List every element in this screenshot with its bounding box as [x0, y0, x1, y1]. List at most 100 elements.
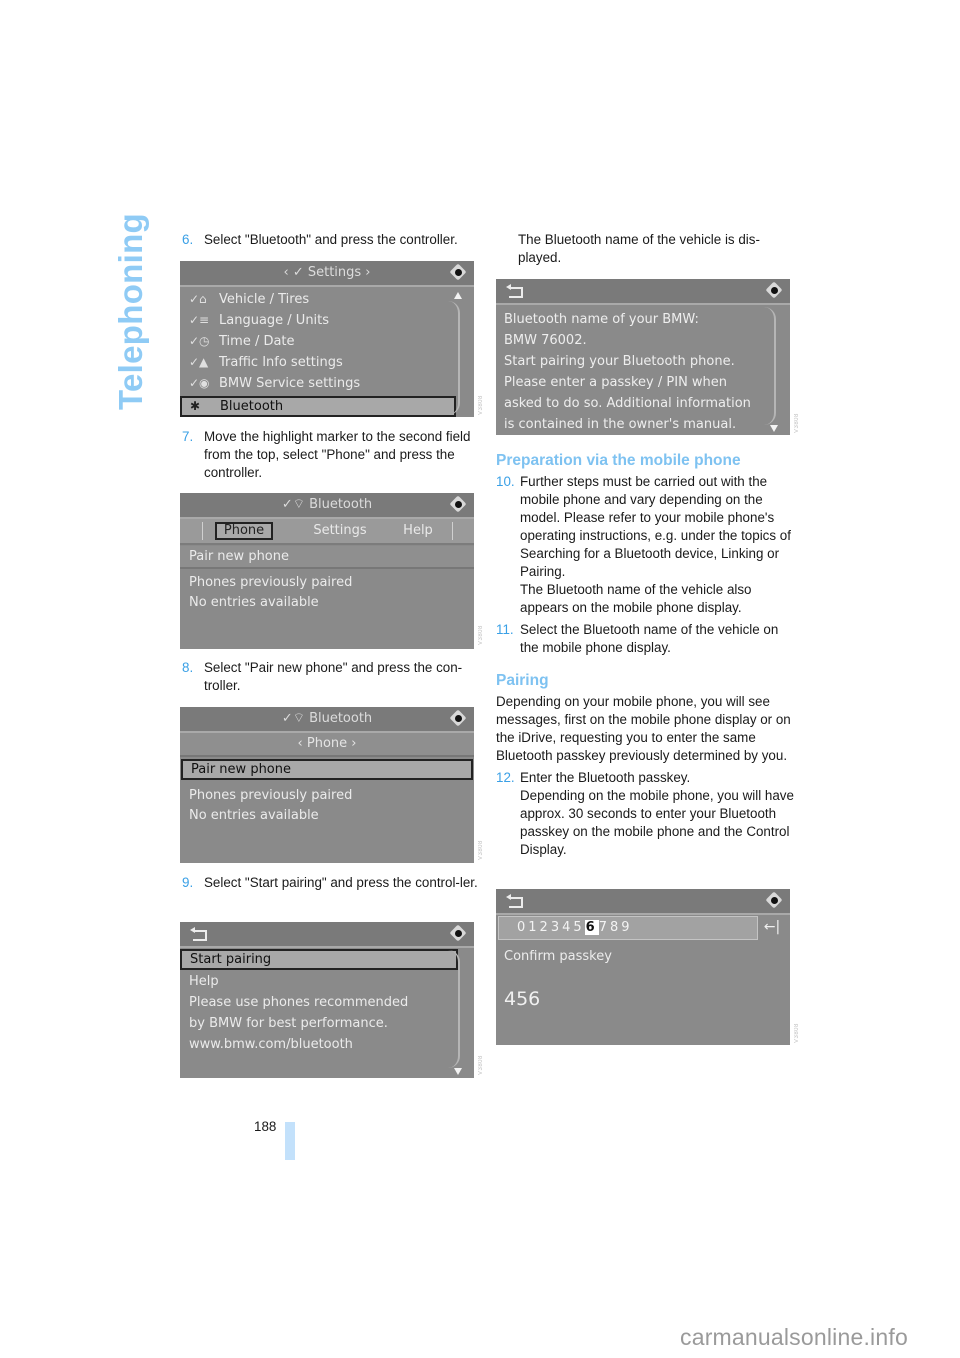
left-column-step7: 7. Move the highlight marker to the seco… [182, 428, 482, 482]
menu-item-bmw-service[interactable]: ✓◉ BMW Service settings [180, 373, 474, 394]
menu-item-label: Bluetooth [220, 399, 284, 414]
tab-bar: Phone Settings Help [180, 519, 474, 545]
screen-header [180, 922, 474, 948]
watermark: carmanualsonline.info [680, 1324, 908, 1350]
scrollbar[interactable] [764, 307, 776, 425]
step-text: Move the highlight marker to the second … [204, 429, 471, 480]
menu-item-language-units[interactable]: ✓≡ Language / Units [180, 310, 474, 331]
menu-item-pair-new-phone[interactable]: Pair new phone [180, 546, 474, 569]
scroll-down-arrow-icon[interactable] [770, 425, 778, 432]
left-column-step8: 8. Select "Pair new phone" and press the… [182, 659, 482, 695]
scrollbar[interactable] [448, 301, 460, 415]
menu-item-traffic-info[interactable]: ✓▲ Traffic Info settings [180, 352, 474, 373]
confirm-passkey-label: Confirm passkey [504, 949, 612, 964]
language-icon: ✓≡ [189, 313, 210, 327]
menu-item-label: Vehicle / Tires [219, 292, 310, 307]
scrollbar[interactable] [448, 950, 460, 1068]
menu-item-pair-new-phone[interactable]: Pair new phone [181, 759, 473, 780]
section-heading-pairing: Pairing [496, 672, 549, 689]
controller-icon [450, 710, 468, 728]
image-code: V3808 [478, 840, 484, 860]
selected-digit[interactable]: 6 [584, 920, 599, 935]
image-code: V3808 [478, 625, 484, 645]
step-number: 12. [496, 770, 515, 785]
scroll-down-arrow-icon[interactable] [454, 1068, 462, 1075]
back-icon[interactable] [190, 927, 207, 941]
step-number: 11. [496, 622, 514, 637]
screen-title: Bluetooth [309, 497, 373, 512]
intro-paragraph: The Bluetooth name of the vehicle is dis… [518, 232, 760, 265]
menu-item-bluetooth[interactable]: ✱ Bluetooth [180, 396, 456, 417]
image-code: V3808 [478, 395, 484, 415]
clock-icon: ✓◷ [189, 334, 210, 348]
screen-header [496, 889, 790, 915]
digits-before[interactable]: 012345 [517, 920, 585, 935]
menu-item-phones-previously-paired[interactable]: Phones previously paired [180, 785, 474, 806]
bluetooth-name-message: Bluetooth name of your BMW: BMW 76002. S… [504, 309, 760, 435]
vehicle-icon: ✓⌂ [189, 292, 207, 306]
pairing-paragraph: Depending on your mobile phone, you will… [496, 694, 791, 763]
menu-item-label: BMW Service settings [219, 376, 361, 391]
no-entries-text: No entries available [189, 595, 319, 610]
bluetooth-name-screen: Bluetooth name of your BMW: BMW 76002. S… [496, 279, 790, 435]
menu-item-time-date[interactable]: ✓◷ Time / Date [180, 331, 474, 352]
menu-item-label: Language / Units [219, 313, 330, 328]
tab-separator [452, 522, 453, 540]
section-heading-preparation: Preparation via the mobile phone [496, 452, 741, 469]
bluetooth-tabs-screen: ✓⌔ Bluetooth Phone Settings Help Pair ne… [180, 493, 474, 649]
step-6: 6. Select "Bluetooth" and press the cont… [182, 231, 482, 249]
message-line: Bluetooth name of your BMW: [504, 312, 699, 327]
info-text: Please use phones recommended [189, 995, 409, 1010]
bluetooth-icon: ✓⌔ [281, 711, 310, 726]
step-number: 7. [182, 429, 194, 444]
page-marker-bar [285, 1122, 295, 1160]
controller-icon [450, 496, 468, 514]
message-line: Please enter a passkey / PIN when [504, 375, 728, 390]
controller-icon [450, 925, 468, 943]
step-text: Select "Start pairing" and press the con… [204, 875, 478, 890]
menu-item-label: Time / Date [219, 334, 295, 349]
phone-subheader[interactable]: ‹ Phone › [180, 733, 474, 757]
message-line: is contained in the owner's manual. [504, 417, 737, 432]
screen-header [496, 279, 790, 305]
tab-separator [202, 522, 203, 540]
back-icon[interactable] [506, 894, 523, 908]
tab-settings[interactable]: Settings [305, 522, 375, 540]
info-link-text: www.bmw.com/bluetooth [189, 1037, 353, 1052]
intro-text: The Bluetooth name of the vehicle is dis… [496, 231, 796, 267]
step-number: 6. [182, 232, 194, 247]
left-column-step9: 9. Select "Start pairing" and press the … [182, 874, 482, 892]
step-number: 9. [182, 875, 194, 890]
enter-icon[interactable]: ←| [760, 917, 784, 937]
step-text: Enter the Bluetooth passkey. [520, 770, 691, 785]
vehicle-bluetooth-name: BMW 76002. [504, 333, 587, 348]
step-text: Select "Bluetooth" and press the control… [204, 232, 458, 247]
bluetooth-phone-screen: ✓⌔ Bluetooth ‹ Phone › Pair new phone Ph… [180, 707, 474, 863]
scroll-up-arrow-icon[interactable] [454, 292, 462, 299]
menu-item-help[interactable]: Help [180, 971, 474, 992]
step-11: 11. Select the Bluetooth name of the veh… [496, 621, 796, 657]
step-10: 10. Further steps must be carried out wi… [496, 473, 796, 617]
menu-item-label: Traffic Info settings [219, 355, 343, 370]
digit-speller[interactable]: 0123456789 [498, 916, 758, 940]
step-12: 12. Enter the Bluetooth passkey. Dependi… [496, 769, 796, 859]
step-7: 7. Move the highlight marker to the seco… [182, 428, 482, 482]
tab-phone[interactable]: Phone [215, 522, 273, 540]
left-column: 6. Select "Bluetooth" and press the cont… [182, 231, 482, 249]
bluetooth-icon: ✓⌔ [281, 497, 310, 512]
digits-after[interactable]: 789 [599, 920, 633, 935]
no-entries-text: No entries available [189, 808, 319, 823]
step-text: Select the Bluetooth name of the vehicle… [520, 622, 779, 655]
step-9: 9. Select "Start pairing" and press the … [182, 874, 482, 892]
back-icon[interactable] [506, 284, 523, 298]
step-text-continued: Depending on the mobile phone, you will … [520, 788, 794, 857]
image-code: V3808 [478, 1055, 484, 1075]
controller-icon [766, 282, 784, 300]
tab-help[interactable]: Help [393, 522, 443, 540]
menu-item-vehicle-tires[interactable]: ✓⌂ Vehicle / Tires [180, 289, 474, 310]
right-column-intro: The Bluetooth name of the vehicle is dis… [496, 231, 796, 267]
menu-item-start-pairing[interactable]: Start pairing [180, 949, 458, 970]
menu-item-phones-previously-paired[interactable]: Phones previously paired [180, 572, 474, 593]
digit-list[interactable]: 0123456789 [517, 919, 633, 937]
controller-icon [450, 264, 468, 282]
